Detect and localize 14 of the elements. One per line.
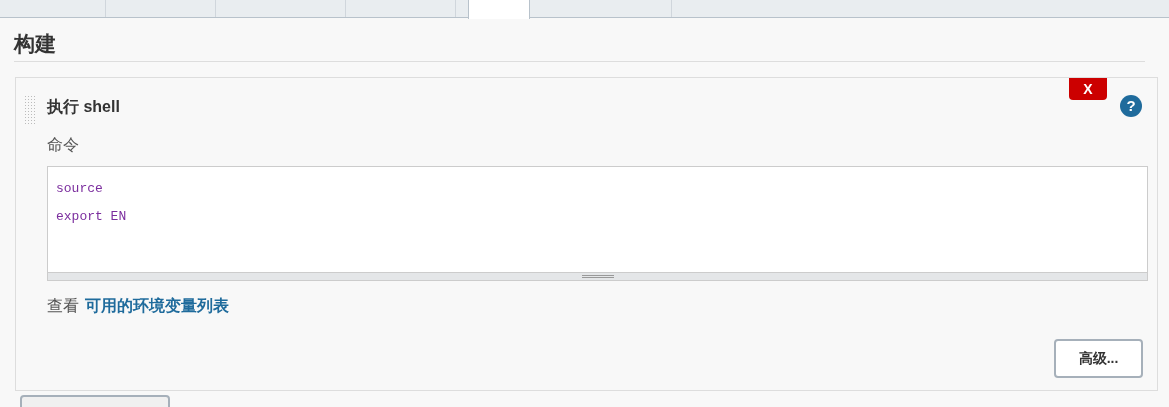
command-editor[interactable]: source export EN xyxy=(47,166,1148,281)
advanced-button[interactable]: 高级... xyxy=(1054,339,1143,378)
resize-handle[interactable] xyxy=(48,272,1147,280)
grip-icon xyxy=(581,275,614,278)
delete-button[interactable]: X xyxy=(1069,78,1107,100)
section-heading: 构建 xyxy=(14,30,1145,62)
help-text: 查看 xyxy=(47,296,79,316)
step-title: 执行 shell xyxy=(47,97,120,117)
env-variables-link[interactable]: 可用的环境变量列表 xyxy=(85,295,229,317)
help-button[interactable]: ? xyxy=(1120,95,1142,117)
code-line: source xyxy=(56,180,103,198)
field-label: 命令 xyxy=(47,135,79,155)
code-line: export EN xyxy=(56,208,127,226)
tab[interactable] xyxy=(468,0,530,19)
